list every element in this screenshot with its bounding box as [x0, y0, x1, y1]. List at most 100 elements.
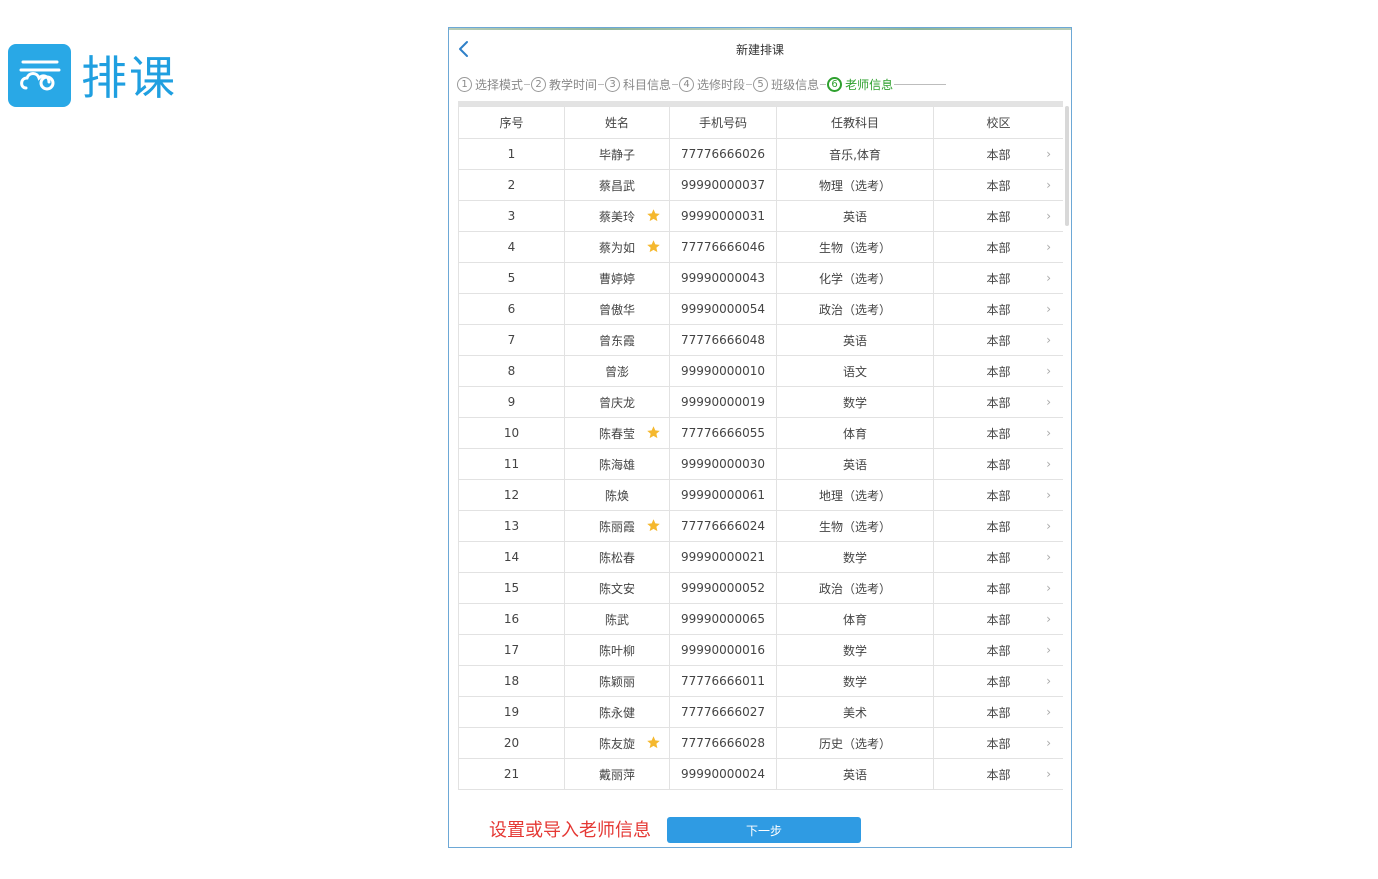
table-scrollbar[interactable] — [1065, 106, 1069, 226]
chevron-right-icon[interactable]: › — [1046, 209, 1051, 223]
chevron-right-icon[interactable]: › — [1046, 488, 1051, 502]
cell-phone-text: 77776666024 — [681, 519, 765, 533]
cell-no-text: 11 — [503, 457, 520, 471]
table-row[interactable]: 11 陈海雄 99990000030 英语 本部 › — [458, 448, 1063, 480]
cell-campus-text: 本部 — [986, 457, 1011, 472]
cell-phone-text: 99990000010 — [681, 364, 765, 378]
cell-phone-text: 99990000043 — [681, 271, 765, 285]
table-row[interactable]: 9 曾庆龙 99990000019 数学 本部 › — [458, 386, 1063, 418]
table-row[interactable]: 20 陈友旋 77776666028 历史（选考） 本部 › — [458, 727, 1063, 759]
chevron-right-icon[interactable]: › — [1046, 736, 1051, 750]
table-row[interactable]: 6 曾傲华 99990000054 政治（选考） 本部 › — [458, 293, 1063, 325]
table-row[interactable]: 16 陈武 99990000065 体育 本部 › — [458, 603, 1063, 635]
cell-campus-text: 本部 — [986, 705, 1011, 720]
table-row[interactable]: 13 陈丽霞 77776666024 生物（选考） 本部 › — [458, 510, 1063, 542]
cell-subject: 政治（选考） — [776, 572, 934, 604]
chevron-right-icon[interactable]: › — [1046, 643, 1051, 657]
table-row[interactable]: 14 陈松春 99990000021 数学 本部 › — [458, 541, 1063, 573]
cell-campus: 本部 › — [933, 727, 1063, 759]
hint-note: 设置或导入老师信息 — [489, 820, 651, 841]
chevron-right-icon[interactable]: › — [1046, 364, 1051, 378]
table-row[interactable]: 15 陈文安 99990000052 政治（选考） 本部 › — [458, 572, 1063, 604]
cell-campus-text: 本部 — [986, 271, 1011, 286]
chevron-right-icon[interactable]: › — [1046, 333, 1051, 347]
chevron-right-icon[interactable]: › — [1046, 457, 1051, 471]
chevron-right-icon[interactable]: › — [1046, 240, 1051, 254]
cell-no-text: 21 — [503, 767, 520, 781]
cell-no: 3 — [458, 200, 565, 232]
cell-no: 14 — [458, 541, 565, 573]
cell-no: 2 — [458, 169, 565, 201]
step-2[interactable]: 2 教学时间 — [531, 76, 597, 93]
chevron-right-icon[interactable]: › — [1046, 271, 1051, 285]
table-row[interactable]: 17 陈叶柳 99990000016 数学 本部 › — [458, 634, 1063, 666]
table-row[interactable]: 21 戴丽萍 99990000024 英语 本部 › — [458, 758, 1063, 790]
cell-subject-text: 数学 — [842, 643, 867, 658]
cell-phone-text: 99990000030 — [681, 457, 765, 471]
cell-campus-text: 本部 — [986, 767, 1011, 782]
chevron-right-icon[interactable]: › — [1046, 519, 1051, 533]
cell-campus-text: 本部 — [986, 178, 1011, 193]
cell-subject-text: 化学（选考） — [818, 271, 891, 286]
cell-no-text: 16 — [503, 612, 520, 626]
cell-campus: 本部 › — [933, 541, 1063, 573]
chevron-right-icon[interactable]: › — [1046, 178, 1051, 192]
chevron-right-icon[interactable]: › — [1046, 767, 1051, 781]
chevron-right-icon[interactable]: › — [1046, 302, 1051, 316]
cell-name: 陈丽霞 — [564, 510, 670, 542]
table-row[interactable]: 7 曾东霞 77776666048 英语 本部 › — [458, 324, 1063, 356]
table-row[interactable]: 4 蔡为如 77776666046 生物（选考） 本部 › — [458, 231, 1063, 263]
cell-phone: 77776666028 — [669, 727, 777, 759]
step-1[interactable]: 1 选择模式 — [457, 76, 523, 93]
table-row[interactable]: 3 蔡美玲 99990000031 英语 本部 › — [458, 200, 1063, 232]
chevron-right-icon[interactable]: › — [1046, 550, 1051, 564]
cell-phone: 99990000030 — [669, 448, 777, 480]
next-step-button[interactable]: 下一步 — [667, 817, 861, 843]
cell-no: 16 — [458, 603, 565, 635]
table-header-row: 序号 姓名 手机号码 任教科目 校区 — [458, 106, 1063, 139]
teacher-table-container[interactable]: 序号 姓名 手机号码 任教科目 校区 1 毕静子 77776666026 音乐,体育本… — [458, 101, 1063, 814]
cell-subject: 历史（选考） — [776, 727, 934, 759]
step-3[interactable]: 3 科目信息 — [605, 76, 671, 93]
cell-subject-text: 语文 — [842, 364, 867, 379]
chevron-right-icon[interactable]: › — [1046, 612, 1051, 626]
cell-name: 陈松春 — [564, 541, 670, 573]
cell-no-text: 4 — [507, 240, 516, 254]
cell-phone-text: 77776666026 — [681, 147, 765, 161]
chevron-right-icon[interactable]: › — [1046, 705, 1051, 719]
teacher-table: 序号 姓名 手机号码 任教科目 校区 1 毕静子 77776666026 音乐,体育本… — [458, 106, 1063, 790]
step-4[interactable]: 4 选修时段 — [679, 76, 745, 93]
col-header-name: 姓名 — [564, 106, 670, 139]
cell-no-text: 18 — [503, 674, 520, 688]
step-5[interactable]: 5 班级信息 — [753, 76, 819, 93]
cell-subject-text: 物理（选考） — [818, 178, 891, 193]
table-row[interactable]: 1 毕静子 77776666026 音乐,体育 本部 › — [458, 138, 1063, 170]
cell-campus: 本部 › — [933, 293, 1063, 325]
table-row[interactable]: 10 陈春莹 77776666055 体育 本部 › — [458, 417, 1063, 449]
table-row[interactable]: 18 陈颖丽 77776666011 数学 本部 › — [458, 665, 1063, 697]
cell-name-text: 陈叶柳 — [598, 643, 635, 658]
cell-phone: 99990000061 — [669, 479, 777, 511]
cell-name: 陈友旋 — [564, 727, 670, 759]
table-row[interactable]: 5 曹婷婷 99990000043 化学（选考） 本部 › — [458, 262, 1063, 294]
step-6[interactable]: 6 老师信息 — [827, 76, 893, 93]
chevron-right-icon[interactable]: › — [1046, 147, 1051, 161]
star-icon — [646, 425, 661, 440]
step-connector — [820, 83, 827, 85]
table-row[interactable]: 19 陈永健 77776666027 美术 本部 › — [458, 696, 1063, 728]
cell-subject: 英语 — [776, 324, 934, 356]
chevron-right-icon[interactable]: › — [1046, 395, 1051, 409]
chevron-right-icon[interactable]: › — [1046, 426, 1051, 440]
cell-phone: 77776666048 — [669, 324, 777, 356]
step-label: 教学时间 — [549, 77, 598, 92]
table-row[interactable]: 8 曾澎 99990000010 语文 本部 › — [458, 355, 1063, 387]
cell-campus-text: 本部 — [986, 612, 1011, 627]
cell-campus-text: 本部 — [986, 364, 1011, 379]
cell-name: 陈武 — [564, 603, 670, 635]
chevron-right-icon[interactable]: › — [1046, 581, 1051, 595]
table-row[interactable]: 12 陈焕 99990000061 地理（选考） 本部 › — [458, 479, 1063, 511]
cell-campus: 本部 › — [933, 479, 1063, 511]
table-row[interactable]: 2 蔡昌武 99990000037 物理（选考） 本部 › — [458, 169, 1063, 201]
chevron-right-icon[interactable]: › — [1046, 674, 1051, 688]
cell-subject-text: 政治（选考） — [818, 302, 891, 317]
